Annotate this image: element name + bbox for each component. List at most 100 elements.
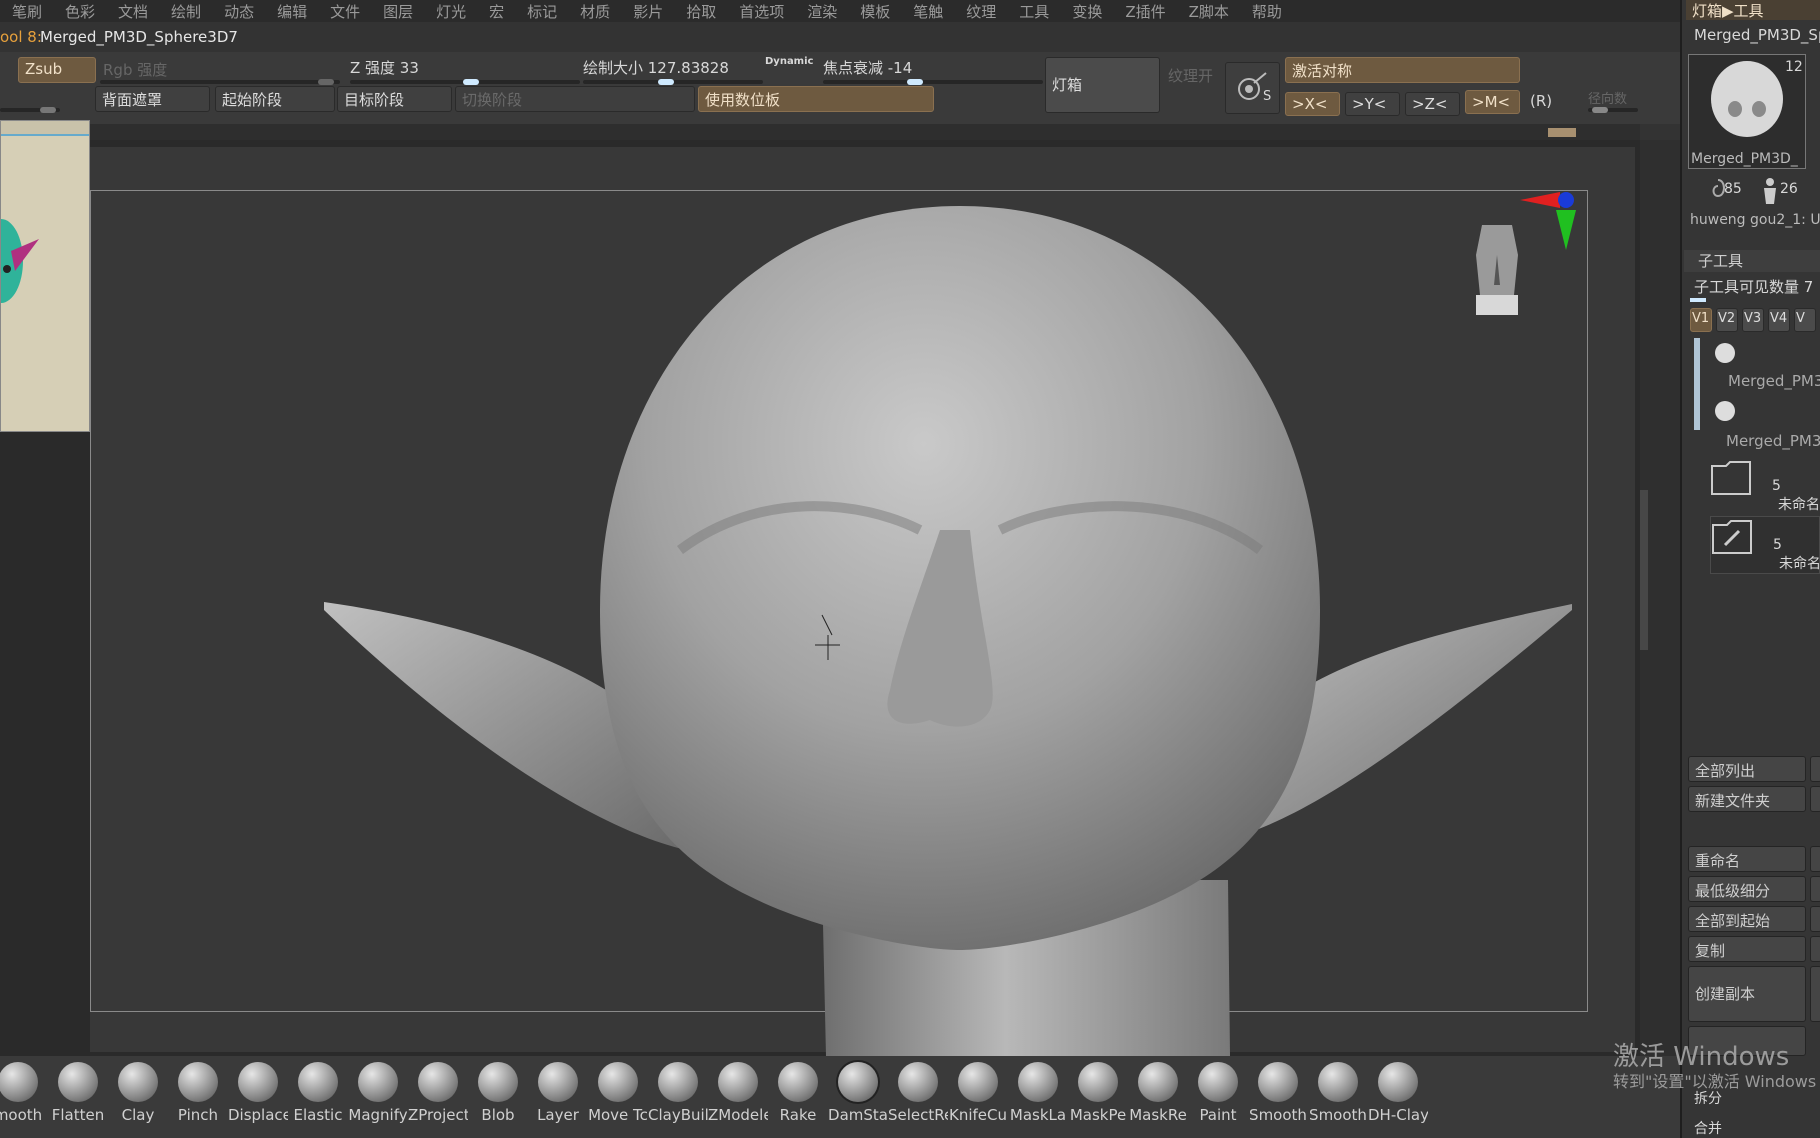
brush-button[interactable]: SelectRe [888, 1060, 948, 1132]
texture-on-button[interactable]: 纹理开 [1168, 65, 1213, 86]
menu-item[interactable]: 宏 [489, 1, 504, 22]
scroll-handle[interactable] [1640, 490, 1648, 650]
sym-x-button[interactable]: >X< [1285, 92, 1340, 116]
brush-button[interactable]: DH-Clay [1368, 1060, 1428, 1132]
target-stage-button[interactable]: 目标阶段 [337, 86, 452, 112]
sym-z-button[interactable]: >Z< [1405, 92, 1460, 116]
brush-button[interactable]: Move Tc [588, 1060, 648, 1132]
new-folder-button[interactable]: 新建文件夹 [1688, 786, 1806, 812]
zsub-button[interactable]: Zsub [18, 57, 96, 83]
subtool-folder-1[interactable]: 5 未命名 [1710, 458, 1820, 514]
brush-button[interactable]: Smooth [1248, 1060, 1308, 1132]
brush-button[interactable]: Rake [768, 1060, 828, 1132]
visible-count-slider[interactable] [1690, 298, 1706, 302]
menu-item[interactable]: 模板 [860, 1, 890, 22]
lightbox-button[interactable]: 灯箱 [1045, 57, 1160, 113]
menu-item[interactable]: 笔刷 [12, 1, 42, 22]
brush-button[interactable]: MaskPe [1068, 1060, 1128, 1132]
menu-item[interactable]: 灯光 [436, 1, 466, 22]
subtool-item-1[interactable]: Merged_PM3 [1710, 340, 1820, 396]
axis-gizmo-icon[interactable] [1510, 186, 1590, 276]
brush-button[interactable]: ZModele [708, 1060, 768, 1132]
brush-button[interactable]: Magnify [348, 1060, 408, 1132]
merge-button[interactable]: 合并 [1694, 1118, 1722, 1138]
brush-button[interactable]: MaskLa [1008, 1060, 1068, 1132]
subtool-folder-2[interactable]: 5 未命名 [1710, 516, 1820, 574]
subtool-header[interactable]: 子工具 [1684, 250, 1820, 272]
list-all-edge[interactable] [1810, 756, 1820, 782]
brush-button[interactable]: DamSta [828, 1060, 888, 1132]
lowest-edge[interactable] [1810, 876, 1820, 902]
menu-item[interactable]: 图层 [383, 1, 413, 22]
rgb-slider-track[interactable] [100, 79, 340, 85]
menu-item[interactable]: 变换 [1072, 1, 1102, 22]
create-copy-button[interactable]: 创建副本 [1688, 966, 1806, 1022]
z-intensity-label[interactable]: Z 强度 33 [350, 57, 419, 78]
menu-item[interactable]: 标记 [527, 1, 557, 22]
brush-button[interactable]: KnifeCu [948, 1060, 1008, 1132]
copy-button[interactable]: 复制 [1688, 936, 1806, 962]
menu-item[interactable]: 笔触 [913, 1, 943, 22]
radial-count-label[interactable]: 径向数 [1588, 88, 1627, 107]
sym-y-button[interactable]: >Y< [1345, 92, 1400, 116]
menu-item[interactable]: 编辑 [277, 1, 307, 22]
brush-button[interactable]: Blob [468, 1060, 528, 1132]
radial-r-toggle[interactable]: (R) [1530, 92, 1552, 110]
menu-item[interactable]: 材质 [580, 1, 610, 22]
draw-size-slider[interactable] [583, 79, 763, 85]
rename-edge[interactable] [1810, 846, 1820, 872]
menu-item[interactable]: Z插件 [1125, 1, 1165, 22]
menu-item[interactable]: 工具 [1019, 1, 1049, 22]
subtool-item-2[interactable]: Merged_PM3 [1710, 398, 1820, 454]
switch-stage-button[interactable]: 切换阶段 [455, 86, 695, 112]
dynamic-toggle[interactable]: Dynamic [765, 56, 813, 67]
brush-button[interactable]: Smooth [1308, 1060, 1368, 1132]
radial-slider[interactable] [1588, 107, 1638, 113]
menu-item[interactable]: 渲染 [807, 1, 837, 22]
visibility-tab[interactable]: V3 [1742, 308, 1764, 332]
figure-tool-icon[interactable] [1758, 176, 1782, 206]
left-slider[interactable] [0, 107, 60, 113]
brush-button[interactable]: Flatten [48, 1060, 108, 1132]
menu-item[interactable]: 拾取 [686, 1, 716, 22]
all-to-start-edge[interactable] [1810, 906, 1820, 932]
tool-thumbnail[interactable]: Merged_PM3D_ 12 [1688, 54, 1806, 169]
brush-button[interactable]: Layer [528, 1060, 588, 1132]
new-folder-edge[interactable] [1810, 786, 1820, 812]
visibility-tab[interactable]: V [1794, 308, 1816, 332]
menu-item[interactable]: 首选项 [739, 1, 784, 22]
menu-item[interactable]: 影片 [633, 1, 663, 22]
menu-item[interactable]: 色彩 [65, 1, 95, 22]
visible-subtool-count[interactable]: 子工具可见数量 7 [1694, 276, 1813, 297]
brush-button[interactable]: ZProject [408, 1060, 468, 1132]
rgb-intensity-slider[interactable]: Rgb 强度 [103, 59, 167, 80]
visibility-tab[interactable]: V4 [1768, 308, 1790, 332]
copy-edge[interactable] [1810, 936, 1820, 962]
brush-button[interactable]: Paint [1188, 1060, 1248, 1132]
create-copy-edge[interactable] [1810, 966, 1820, 1022]
subtool-scrollbar[interactable] [1694, 338, 1700, 430]
menu-item[interactable]: 文档 [118, 1, 148, 22]
menu-item[interactable]: Z脚本 [1189, 1, 1229, 22]
brush-button[interactable]: ClayBuil [648, 1060, 708, 1132]
focal-shift-slider[interactable] [823, 79, 1043, 85]
menu-item[interactable]: 帮助 [1252, 1, 1282, 22]
brush-button[interactable]: Elastic [288, 1060, 348, 1132]
z-intensity-slider[interactable] [350, 79, 580, 85]
reference-thumbnail[interactable] [0, 120, 90, 432]
draw-size-label[interactable]: 绘制大小 127.83828 [583, 57, 729, 78]
all-to-start-button[interactable]: 全部到起始 [1688, 906, 1806, 932]
timeline-marker[interactable] [1548, 128, 1576, 137]
brush-button[interactable]: Pinch [168, 1060, 228, 1132]
breadcrumb[interactable]: 灯箱▶工具 [1686, 0, 1820, 20]
brush-button[interactable]: mooth [0, 1060, 48, 1132]
visibility-tab[interactable]: V2 [1716, 308, 1738, 332]
rename-button[interactable]: 重命名 [1688, 846, 1806, 872]
local-symmetry-button[interactable] [1225, 62, 1280, 114]
backface-mask-button[interactable]: 背面遮罩 [95, 86, 210, 112]
menu-item[interactable]: 绘制 [171, 1, 201, 22]
activate-symmetry-button[interactable]: 激活对称 [1285, 57, 1520, 83]
brush-button[interactable]: MaskRe [1128, 1060, 1188, 1132]
start-stage-button[interactable]: 起始阶段 [215, 86, 335, 112]
sculpt-model-head[interactable] [300, 190, 1600, 1056]
